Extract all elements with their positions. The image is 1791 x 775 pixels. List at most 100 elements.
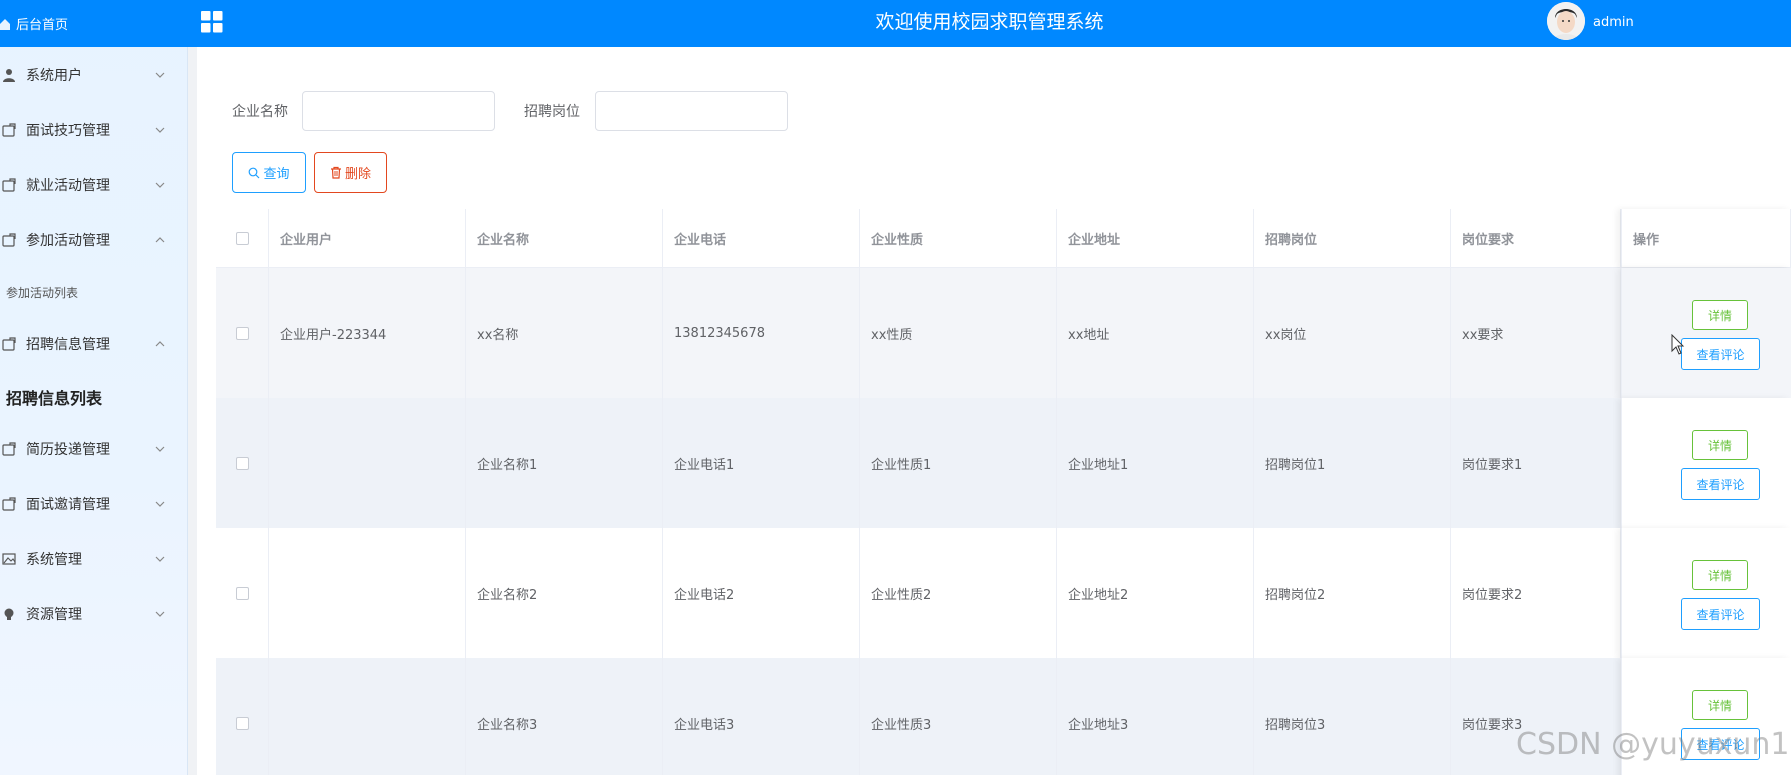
sidebar-item-label: 面试技巧管理 [26, 122, 110, 139]
column-header: 操作 [1621, 209, 1791, 267]
detail-button[interactable]: 详情 [1692, 300, 1748, 330]
position-label: 招聘岗位 [524, 104, 580, 120]
row-checkbox[interactable] [235, 456, 249, 470]
table-cell: xx性质 [860, 268, 1057, 398]
search-icon [249, 167, 260, 178]
table-cell: xx岗位 [1254, 268, 1451, 398]
view-reviews-button[interactable]: 查看评论 [1681, 338, 1760, 370]
table-cell: 岗位要求2 [1451, 528, 1621, 658]
select-all-cell [216, 209, 269, 267]
table-cell: 企业名称2 [466, 528, 663, 658]
sidebar-subitem-recruitment-list[interactable]: 招聘信息列表 [0, 369, 188, 424]
table-cell: 企业用户-223344 [269, 268, 466, 398]
chevron-down-icon [155, 501, 165, 507]
row-checkbox[interactable] [235, 586, 249, 600]
username[interactable]: admin [1593, 15, 1634, 30]
row-checkbox-cell [216, 398, 269, 528]
mouse-cursor-icon [1671, 334, 1685, 355]
table-cell: 企业电话3 [663, 658, 860, 775]
sidebar-item-label: 就业活动管理 [26, 177, 110, 194]
chevron-down-icon [155, 556, 165, 562]
table-cell: 13812345678 [663, 268, 860, 398]
chevron-down-icon [155, 611, 165, 617]
table-cell: 企业性质3 [860, 658, 1057, 775]
sidebar-home[interactable]: 后台首页 [0, 0, 188, 47]
column-header[interactable]: 企业电话 [663, 209, 860, 267]
row-checkbox[interactable] [235, 716, 249, 730]
home-icon [0, 18, 10, 30]
sidebar-item-resume-delivery[interactable]: 简历投递管理 [0, 421, 188, 476]
table-cell: 企业地址1 [1057, 398, 1254, 528]
row-checkbox[interactable] [235, 326, 249, 340]
table-cell: 招聘岗位1 [1254, 398, 1451, 528]
avatar[interactable] [1547, 2, 1585, 40]
row-checkbox-cell [216, 528, 269, 658]
sidebar-item-recruitment[interactable]: 招聘信息管理 [0, 316, 188, 371]
folder-icon [1, 177, 17, 193]
chevron-down-icon [155, 127, 165, 133]
column-header[interactable]: 企业用户 [269, 209, 466, 267]
watermark: CSDN @yuyuxun1 [1516, 727, 1790, 762]
sidebar-item-label: 系统管理 [26, 551, 82, 568]
chevron-down-icon [155, 446, 165, 452]
detail-button[interactable]: 详情 [1692, 690, 1748, 720]
delete-button-label: 删除 [344, 167, 371, 182]
sidebar-divider [188, 47, 197, 775]
sidebar-item-join-activities[interactable]: 参加活动管理 [0, 212, 188, 267]
ops-cell [1621, 268, 1791, 398]
table-cell: 企业名称3 [466, 658, 663, 775]
sidebar-item-system-management[interactable]: 系统管理 [0, 531, 188, 586]
table-cell: 企业性质1 [860, 398, 1057, 528]
table-cell [269, 398, 466, 528]
table-header: 企业用户 企业名称 企业电话 企业性质 企业地址 招聘岗位 岗位要求 操作 [216, 209, 1791, 268]
folder-icon [1, 122, 17, 138]
sidebar-subitem-label: 参加活动列表 [6, 286, 79, 300]
company-name-label: 企业名称 [232, 104, 288, 120]
company-name-input[interactable] [302, 91, 495, 131]
detail-button[interactable]: 详情 [1692, 430, 1748, 460]
table-cell [269, 658, 466, 775]
row-checkbox-cell [216, 268, 269, 398]
table-cell: 企业电话1 [663, 398, 860, 528]
trash-icon [330, 166, 341, 179]
search-button-label: 查询 [263, 167, 290, 182]
sidebar-item-system-users[interactable]: 系统用户 [0, 47, 188, 102]
table-cell: 企业地址3 [1057, 658, 1254, 775]
folder-icon [1, 336, 17, 352]
row-checkbox-cell [216, 658, 269, 775]
table-row: 企业名称1 企业电话1 企业性质1 企业地址1 招聘岗位1 岗位要求1 [216, 398, 1791, 528]
table-cell: xx名称 [466, 268, 663, 398]
search-button[interactable]: 查询 [232, 152, 306, 193]
column-header[interactable]: 企业性质 [860, 209, 1057, 267]
ops-cell [1621, 398, 1791, 528]
sidebar-subitem-join-activities-list[interactable]: 参加活动列表 [0, 270, 188, 315]
delete-button[interactable]: 删除 [314, 152, 387, 193]
table-row: 企业用户-223344 xx名称 13812345678 xx性质 xx地址 x… [216, 268, 1791, 398]
sidebar-item-interview-invites[interactable]: 面试邀请管理 [0, 476, 188, 531]
sidebar-item-employment-activities[interactable]: 就业活动管理 [0, 157, 188, 212]
sidebar-item-label: 系统用户 [26, 67, 82, 84]
position-input[interactable] [595, 91, 788, 131]
sidebar-item-label: 资源管理 [26, 606, 82, 623]
sidebar-subitem-label: 招聘信息列表 [6, 388, 103, 408]
sidebar-item-resource-management[interactable]: 资源管理 [0, 586, 188, 641]
column-header[interactable]: 招聘岗位 [1254, 209, 1451, 267]
column-header[interactable]: 企业名称 [466, 209, 663, 267]
column-header[interactable]: 岗位要求 [1451, 209, 1621, 267]
sidebar-item-interview-tips[interactable]: 面试技巧管理 [0, 102, 188, 157]
select-all-checkbox[interactable] [235, 231, 249, 245]
sidebar-item-label: 参加活动管理 [26, 232, 110, 249]
image-icon [1, 551, 17, 567]
sidebar-item-label: 面试邀请管理 [26, 496, 110, 513]
table-cell: 招聘岗位3 [1254, 658, 1451, 775]
view-reviews-button[interactable]: 查看评论 [1681, 468, 1760, 500]
view-reviews-button[interactable]: 查看评论 [1681, 598, 1760, 630]
column-header[interactable]: 企业地址 [1057, 209, 1254, 267]
sidebar-home-label: 后台首页 [16, 18, 69, 33]
folder-icon [1, 441, 17, 457]
chevron-down-icon [155, 182, 165, 188]
table-cell: xx地址 [1057, 268, 1254, 398]
folder-icon [1, 496, 17, 512]
detail-button[interactable]: 详情 [1692, 560, 1748, 590]
chevron-up-icon [155, 236, 165, 242]
